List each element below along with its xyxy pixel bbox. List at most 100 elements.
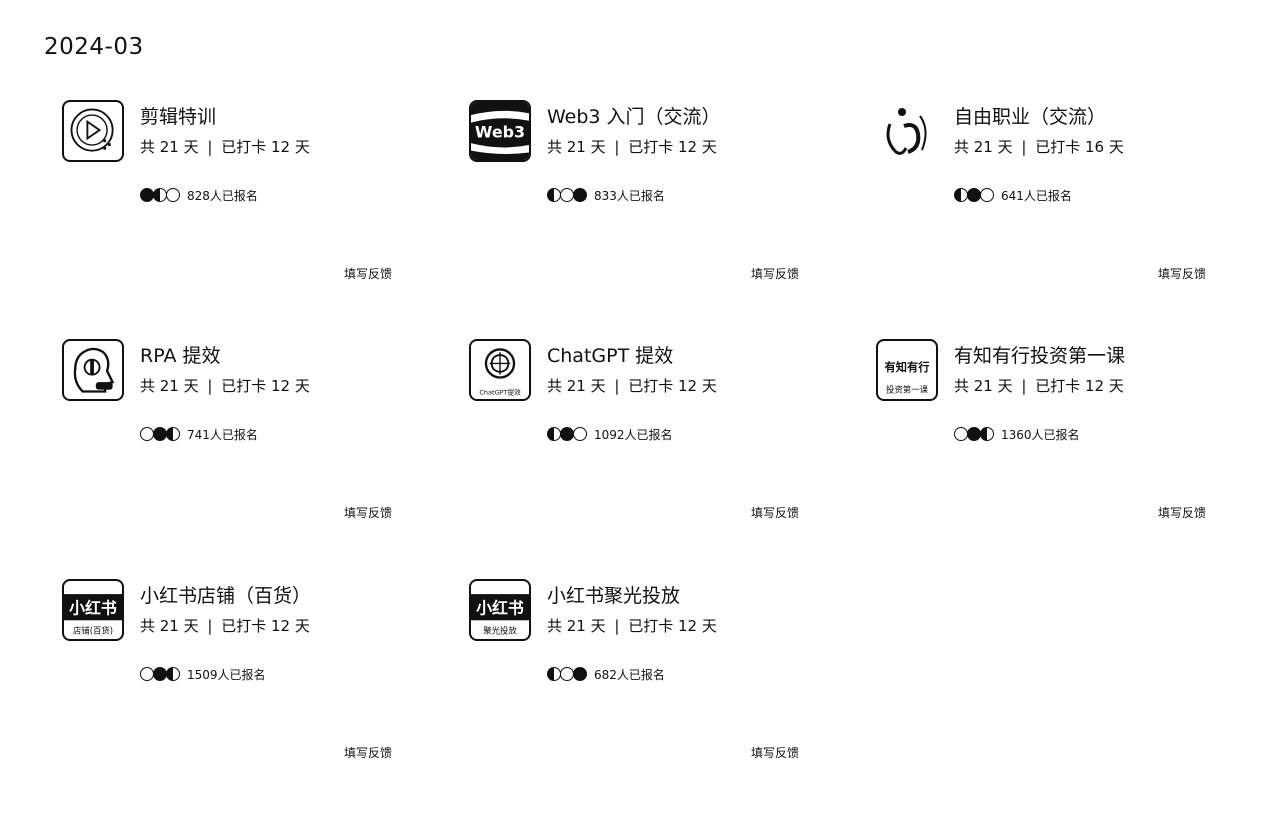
enrollment-info: 1360人已报名 bbox=[954, 425, 1080, 443]
avatar-stack bbox=[954, 427, 994, 441]
checkin-days: 已打卡 12 天 bbox=[1035, 377, 1124, 395]
course-card[interactable]: 自由职业（交流） 共 21 天 | 已打卡 16 天 641人已报名 填写反馈 bbox=[876, 100, 1216, 300]
total-days: 共 21 天 bbox=[140, 377, 199, 395]
enrollment-info: 833人已报名 bbox=[547, 186, 665, 204]
enrolled-count: 833人已报名 bbox=[594, 188, 665, 203]
enrolled-count: 828人已报名 bbox=[187, 188, 258, 203]
avatar-stack bbox=[547, 667, 587, 681]
course-progress: 共 21 天 | 已打卡 16 天 bbox=[954, 136, 1124, 157]
total-days: 共 21 天 bbox=[547, 617, 606, 635]
course-card[interactable]: 有知有行 投资第一课 有知有行投资第一课 共 21 天 | 已打卡 12 天 1… bbox=[876, 339, 1216, 539]
enrollment-info: 1092人已报名 bbox=[547, 425, 673, 443]
avatar bbox=[166, 188, 180, 202]
separator: | bbox=[207, 377, 213, 395]
total-days: 共 21 天 bbox=[954, 377, 1013, 395]
enrolled-count: 682人已报名 bbox=[594, 667, 665, 682]
avatar bbox=[166, 427, 180, 441]
thumb-label: 有知有行 bbox=[885, 360, 930, 374]
checkin-days: 已打卡 12 天 bbox=[628, 138, 717, 156]
checkin-days: 已打卡 16 天 bbox=[1035, 138, 1124, 156]
feedback-link[interactable]: 填写反馈 bbox=[344, 265, 392, 282]
total-days: 共 21 天 bbox=[547, 377, 606, 395]
avatar bbox=[560, 667, 574, 681]
enrollment-info: 682人已报名 bbox=[547, 665, 665, 683]
avatar bbox=[547, 427, 561, 441]
course-card[interactable]: Web3 Web3 入门（交流） 共 21 天 | 已打卡 12 天 833人已… bbox=[469, 100, 809, 300]
course-thumbnail-video-edit bbox=[62, 100, 124, 162]
course-progress: 共 21 天 | 已打卡 12 天 bbox=[547, 615, 717, 636]
separator: | bbox=[207, 617, 213, 635]
avatar bbox=[140, 667, 154, 681]
enrollment-info: 641人已报名 bbox=[954, 186, 1072, 204]
course-progress: 共 21 天 | 已打卡 12 天 bbox=[547, 136, 717, 157]
avatar-stack bbox=[140, 427, 180, 441]
separator: | bbox=[207, 138, 213, 156]
feedback-link[interactable]: 填写反馈 bbox=[1158, 265, 1206, 282]
thumb-label: Web3 bbox=[475, 123, 525, 142]
feedback-link[interactable]: 填写反馈 bbox=[344, 504, 392, 521]
separator: | bbox=[1021, 377, 1027, 395]
course-card[interactable]: 剪辑特训 共 21 天 | 已打卡 12 天 828人已报名 填写反馈 bbox=[62, 100, 402, 300]
course-progress: 共 21 天 | 已打卡 12 天 bbox=[140, 136, 310, 157]
avatar-stack bbox=[140, 188, 180, 202]
total-days: 共 21 天 bbox=[547, 138, 606, 156]
course-card[interactable]: ChatGPT提效 ChatGPT 提效 共 21 天 | 已打卡 12 天 1… bbox=[469, 339, 809, 539]
feedback-link[interactable]: 填写反馈 bbox=[751, 504, 799, 521]
course-card[interactable]: RPA 提效 共 21 天 | 已打卡 12 天 741人已报名 填写反馈 bbox=[62, 339, 402, 539]
course-title: 自由职业（交流） bbox=[954, 106, 1107, 128]
avatar bbox=[560, 188, 574, 202]
avatar bbox=[166, 667, 180, 681]
course-title: 小红书聚光投放 bbox=[547, 585, 681, 607]
thumb-sublabel: 店铺(百货) bbox=[73, 625, 113, 635]
avatar bbox=[573, 427, 587, 441]
course-card[interactable]: 小红书 聚光投放 小红书聚光投放 共 21 天 | 已打卡 12 天 682人已… bbox=[469, 579, 809, 779]
course-thumbnail-web3: Web3 bbox=[469, 100, 531, 162]
avatar bbox=[967, 427, 981, 441]
thumb-label: 小红书 bbox=[69, 599, 117, 618]
avatar bbox=[547, 188, 561, 202]
enrolled-count: 741人已报名 bbox=[187, 427, 258, 442]
checkin-days: 已打卡 12 天 bbox=[628, 617, 717, 635]
avatar bbox=[980, 427, 994, 441]
avatar-stack bbox=[140, 667, 180, 681]
course-title: Web3 入门（交流） bbox=[547, 106, 721, 128]
enrolled-count: 1092人已报名 bbox=[594, 427, 673, 442]
avatar bbox=[954, 188, 968, 202]
thumb-sublabel: 聚光投放 bbox=[483, 625, 517, 635]
total-days: 共 21 天 bbox=[140, 138, 199, 156]
separator: | bbox=[614, 617, 620, 635]
course-thumbnail-xhs-ads: 小红书 聚光投放 bbox=[469, 579, 531, 641]
separator: | bbox=[1021, 138, 1027, 156]
avatar bbox=[153, 667, 167, 681]
course-progress: 共 21 天 | 已打卡 12 天 bbox=[140, 375, 310, 396]
avatar bbox=[980, 188, 994, 202]
enrollment-info: 741人已报名 bbox=[140, 425, 258, 443]
thumb-label: 小红书 bbox=[476, 599, 524, 618]
course-title: ChatGPT 提效 bbox=[547, 345, 674, 367]
course-title: 有知有行投资第一课 bbox=[954, 345, 1126, 367]
feedback-link[interactable]: 填写反馈 bbox=[751, 744, 799, 761]
course-card[interactable]: 小红书 店铺(百货) 小红书店铺（百货） 共 21 天 | 已打卡 12 天 1… bbox=[62, 579, 402, 779]
avatar bbox=[547, 667, 561, 681]
checkin-days: 已打卡 12 天 bbox=[221, 138, 310, 156]
checkin-days: 已打卡 12 天 bbox=[221, 617, 310, 635]
thumb-label: ChatGPT提效 bbox=[479, 387, 521, 396]
feedback-link[interactable]: 填写反馈 bbox=[751, 265, 799, 282]
avatar bbox=[573, 667, 587, 681]
course-thumbnail-chatgpt: ChatGPT提效 bbox=[469, 339, 531, 401]
enrolled-count: 1360人已报名 bbox=[1001, 427, 1080, 442]
avatar bbox=[967, 188, 981, 202]
avatar bbox=[140, 188, 154, 202]
avatar bbox=[560, 427, 574, 441]
separator: | bbox=[614, 377, 620, 395]
enrolled-count: 1509人已报名 bbox=[187, 667, 266, 682]
feedback-link[interactable]: 填写反馈 bbox=[1158, 504, 1206, 521]
course-thumbnail-xhs-store: 小红书 店铺(百货) bbox=[62, 579, 124, 641]
avatar bbox=[573, 188, 587, 202]
course-progress: 共 21 天 | 已打卡 12 天 bbox=[547, 375, 717, 396]
course-thumbnail-investing: 有知有行 投资第一课 bbox=[876, 339, 938, 401]
avatar-stack bbox=[954, 188, 994, 202]
thumb-sublabel: 投资第一课 bbox=[886, 384, 929, 394]
course-title: 剪辑特训 bbox=[140, 106, 217, 128]
feedback-link[interactable]: 填写反馈 bbox=[344, 744, 392, 761]
